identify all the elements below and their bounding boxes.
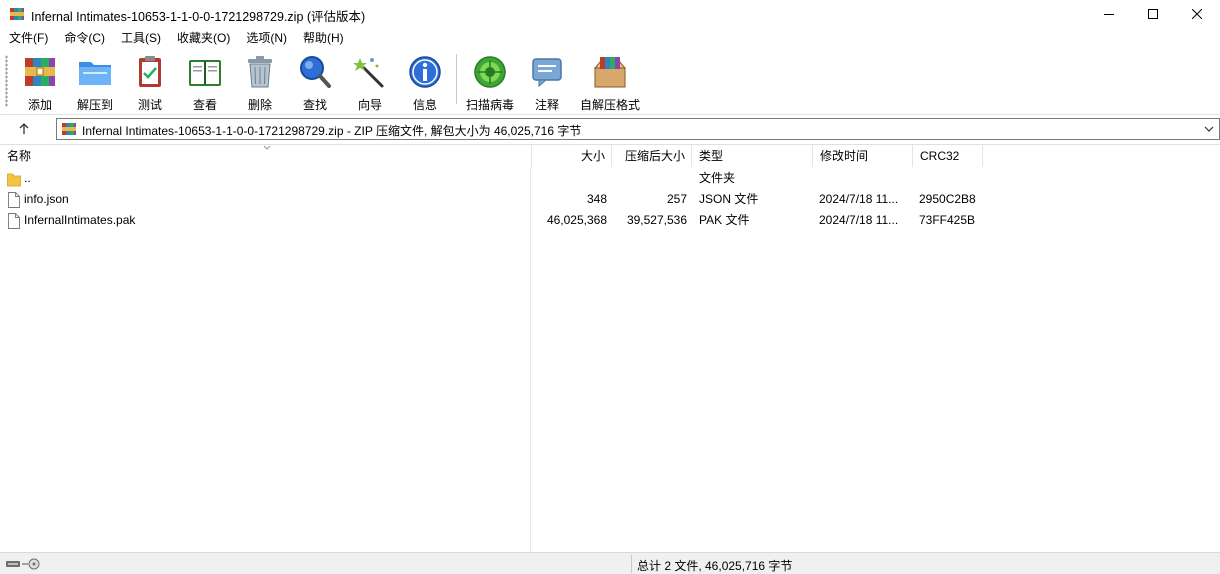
find-button[interactable]: 查找 xyxy=(287,52,343,112)
column-header-name-label: 名称 xyxy=(7,149,32,163)
sfx-button[interactable]: 自解压格式 xyxy=(576,52,644,112)
test-button[interactable]: 测试 xyxy=(122,52,178,112)
view-button-label: 查看 xyxy=(192,98,217,112)
file-list: 名称 大小 压缩后大小 类型 修改时间 CRC32 .. 文件夹 info.js… xyxy=(0,144,1220,553)
info-button-label: 信息 xyxy=(412,98,437,112)
wizard-button[interactable]: 向导 xyxy=(342,52,398,112)
menu-file[interactable]: 文件(F) xyxy=(0,28,55,48)
menu-favorites[interactable]: 收藏夹(O) xyxy=(168,28,237,48)
file-name: .. xyxy=(24,171,31,185)
minimize-icon[interactable] xyxy=(1086,0,1132,28)
file-type: PAK 文件 xyxy=(699,213,750,227)
wizard-button-label: 向导 xyxy=(357,98,382,112)
comment-button-label: 注释 xyxy=(534,98,559,112)
delete-button[interactable]: 删除 xyxy=(232,52,288,112)
folder-icon xyxy=(7,173,21,187)
column-header-size[interactable]: 大小 xyxy=(532,145,612,167)
toolbar: 添加 解压到 测试 查看 删除 查找 向导 信息 扫描病毒 注释 自解压格式 xyxy=(0,48,1220,114)
file-icon xyxy=(8,213,20,229)
table-row[interactable]: info.json 348 257 JSON 文件 2024/7/18 11..… xyxy=(0,189,1220,210)
add-archive-icon xyxy=(25,58,55,86)
wizard-wand-icon xyxy=(353,58,384,88)
menu-bar: 文件(F) 命令(C) 工具(S) 收藏夹(O) 选项(N) 帮助(H) xyxy=(0,28,1220,48)
maximize-icon[interactable] xyxy=(1130,0,1176,28)
sfx-button-label: 自解压格式 xyxy=(579,98,640,112)
winrar-icon xyxy=(62,123,76,135)
find-magnifier-icon xyxy=(300,56,331,88)
extract-folder-icon xyxy=(79,62,111,85)
window-title: Infernal Intimates-10653-1-1-0-0-1721298… xyxy=(31,10,366,24)
info-icon xyxy=(409,56,441,88)
extract-to-button[interactable]: 解压到 xyxy=(67,52,123,112)
add-button[interactable]: 添加 xyxy=(12,52,68,112)
table-row[interactable]: InfernalIntimates.pak 46,025,368 39,527,… xyxy=(0,210,1220,231)
file-type: JSON 文件 xyxy=(699,192,759,206)
menu-tools[interactable]: 工具(S) xyxy=(112,28,168,48)
sort-indicator-icon xyxy=(263,145,271,150)
file-type: 文件夹 xyxy=(699,171,736,185)
extract-to-button-label: 解压到 xyxy=(76,98,113,112)
menu-help[interactable]: 帮助(H) xyxy=(294,28,351,48)
drive-status-icon xyxy=(6,558,40,570)
delete-trash-icon xyxy=(248,56,272,88)
status-bar: 总计 2 文件, 46,025,716 字节 xyxy=(0,552,1220,574)
status-text: 总计 2 文件, 46,025,716 字节 xyxy=(637,559,793,573)
status-divider xyxy=(631,555,632,573)
file-name: info.json xyxy=(24,192,69,206)
address-text: Infernal Intimates-10653-1-1-0-0-1721298… xyxy=(82,124,582,138)
file-modified: 2024/7/18 11... xyxy=(819,192,899,206)
file-size: 348 xyxy=(586,192,607,206)
column-header-modified[interactable]: 修改时间 xyxy=(813,145,913,167)
title-bar: Infernal Intimates-10653-1-1-0-0-1721298… xyxy=(0,0,1220,28)
toolbar-separator xyxy=(456,54,457,104)
column-header-type[interactable]: 类型 xyxy=(692,145,813,167)
up-arrow-icon[interactable] xyxy=(8,119,40,139)
view-book-icon xyxy=(189,60,221,86)
find-button-label: 查找 xyxy=(302,98,327,112)
test-clipboard-icon xyxy=(139,56,161,87)
comment-icon xyxy=(532,58,562,88)
delete-button-label: 删除 xyxy=(247,98,272,112)
address-bar[interactable]: Infernal Intimates-10653-1-1-0-0-1721298… xyxy=(56,118,1220,140)
file-icon xyxy=(8,192,20,208)
chevron-down-icon[interactable] xyxy=(1201,120,1217,138)
address-row: Infernal Intimates-10653-1-1-0-0-1721298… xyxy=(0,114,1220,142)
add-button-label: 添加 xyxy=(27,98,52,112)
file-crc: 73FF425B xyxy=(919,213,976,227)
virus-scan-button-label: 扫描病毒 xyxy=(465,98,514,112)
virus-scan-icon xyxy=(474,56,506,88)
view-button[interactable]: 查看 xyxy=(177,52,233,112)
menu-options[interactable]: 选项(N) xyxy=(237,28,294,48)
winrar-icon xyxy=(10,8,24,20)
file-packed-size: 39,527,536 xyxy=(626,213,687,227)
test-button-label: 测试 xyxy=(137,98,162,112)
info-button[interactable]: 信息 xyxy=(397,52,453,112)
table-row[interactable]: .. 文件夹 xyxy=(0,168,1220,189)
file-packed-size: 257 xyxy=(666,192,687,206)
sfx-box-icon xyxy=(593,57,627,88)
column-header-packed[interactable]: 压缩后大小 xyxy=(612,145,692,167)
virus-scan-button[interactable]: 扫描病毒 xyxy=(462,52,518,112)
file-crc: 2950C2B8 xyxy=(919,192,976,206)
column-header-crc[interactable]: CRC32 xyxy=(913,145,983,167)
file-modified: 2024/7/18 11... xyxy=(819,213,899,227)
file-size: 46,025,368 xyxy=(546,213,607,227)
column-header-name[interactable]: 名称 xyxy=(0,145,532,167)
file-name: InfernalIntimates.pak xyxy=(24,213,136,227)
close-icon[interactable] xyxy=(1174,0,1220,28)
menu-commands[interactable]: 命令(C) xyxy=(55,28,112,48)
toolbar-grip[interactable] xyxy=(5,55,8,107)
comment-button[interactable]: 注释 xyxy=(519,52,575,112)
